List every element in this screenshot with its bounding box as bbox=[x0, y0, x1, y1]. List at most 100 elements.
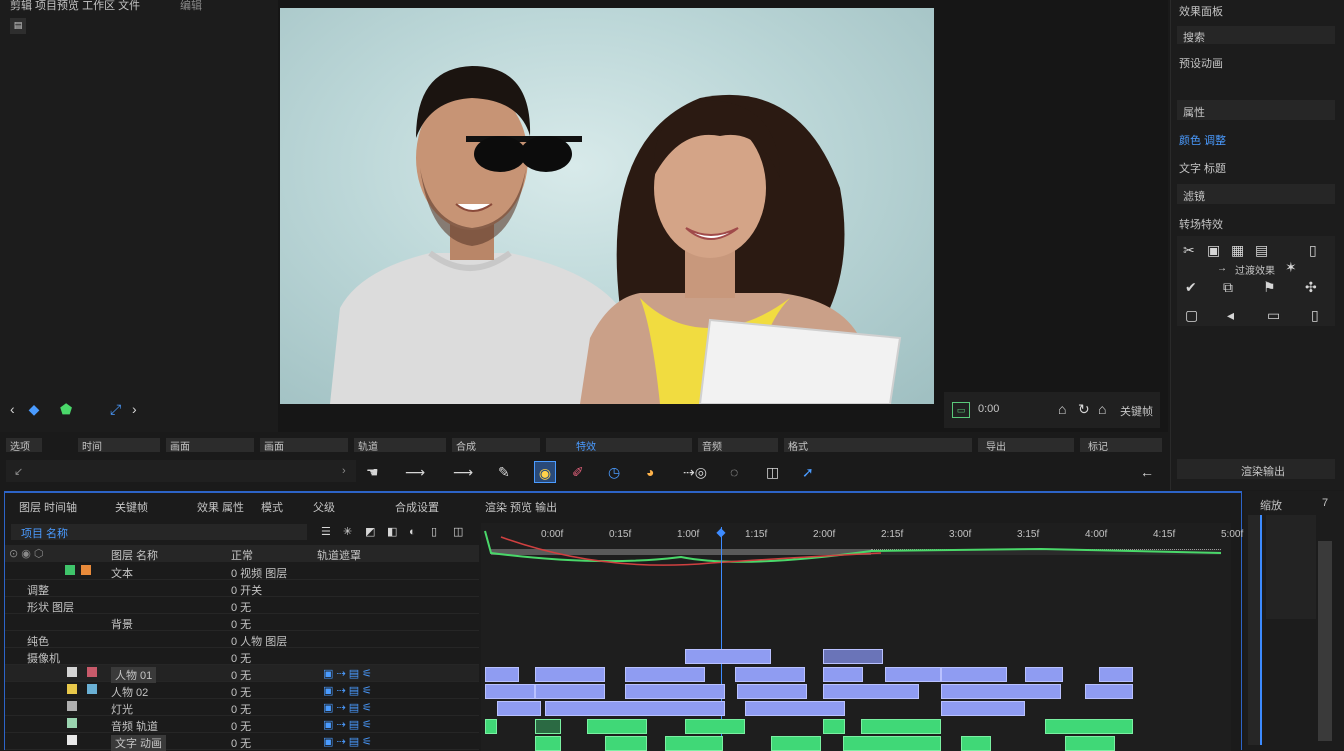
strip-field-2[interactable]: 画面 bbox=[166, 438, 254, 453]
motion-blur-icon[interactable]: ✳ bbox=[343, 525, 352, 539]
track-clip[interactable] bbox=[485, 667, 519, 682]
folder-icon[interactable]: ▯ bbox=[1311, 308, 1319, 322]
level-meter[interactable] bbox=[1266, 515, 1316, 619]
graph-icon[interactable]: ◫ bbox=[453, 525, 463, 539]
link-tool-icon[interactable]: ⇢◎ bbox=[680, 465, 710, 479]
visibility-icon[interactable] bbox=[65, 565, 75, 575]
active-tool-icon[interactable]: ◉ bbox=[534, 461, 556, 483]
track-clip[interactable] bbox=[535, 667, 605, 682]
timeline-tab-6[interactable]: 渲染 预览 输出 bbox=[485, 499, 557, 515]
strip-field-3[interactable]: 画面 bbox=[260, 438, 348, 453]
table-row[interactable]: 音频 轨道 0 无 ▣ ⇢ ▤ ⚟ bbox=[5, 716, 479, 733]
track-clip[interactable] bbox=[961, 736, 991, 751]
filter-field[interactable]: 滤镜 bbox=[1177, 184, 1335, 204]
track-clip[interactable] bbox=[685, 649, 771, 664]
chat-tool-icon[interactable]: ◌ bbox=[730, 465, 738, 479]
video-preview[interactable] bbox=[280, 8, 934, 404]
lock-icon[interactable]: ⌂ bbox=[1098, 402, 1106, 416]
zoom-meter[interactable] bbox=[1248, 515, 1262, 745]
presets-section[interactable]: 预设动画 bbox=[1179, 55, 1223, 71]
table-row[interactable]: 调整 0 开关 bbox=[5, 580, 479, 597]
attributes-field[interactable]: 属性 bbox=[1177, 100, 1335, 120]
prev-frame-icon[interactable]: ‹ bbox=[10, 402, 15, 416]
copy-icon[interactable]: ⧉ bbox=[1223, 280, 1233, 294]
track-clip[interactable] bbox=[941, 701, 1025, 716]
cut-icon[interactable]: ✂ bbox=[1183, 243, 1195, 257]
play-icon[interactable]: ◆ bbox=[24, 402, 44, 416]
grid-icon[interactable]: ▦ bbox=[1231, 243, 1244, 257]
strip-field-9[interactable]: 导出 bbox=[978, 438, 1074, 453]
track-clip[interactable] bbox=[535, 684, 605, 699]
timeline-tab-4[interactable]: 父级 bbox=[313, 499, 335, 515]
effects-search-field[interactable]: 搜索 bbox=[1177, 26, 1335, 44]
label-icon[interactable] bbox=[81, 565, 91, 575]
track-clip[interactable] bbox=[745, 701, 845, 716]
track-clip[interactable] bbox=[941, 667, 1007, 682]
track-clip[interactable] bbox=[685, 719, 745, 734]
track-clip[interactable] bbox=[1025, 667, 1063, 682]
hand-tool-icon[interactable]: ☚ bbox=[366, 465, 379, 479]
track-clip[interactable] bbox=[823, 719, 845, 734]
table-row[interactable]: 灯光 0 无 ▣ ⇢ ▤ ⚟ bbox=[5, 699, 479, 716]
playhead[interactable] bbox=[721, 527, 722, 751]
track-clip[interactable] bbox=[861, 719, 941, 734]
panel-menu-icon[interactable]: ▤ bbox=[10, 18, 26, 34]
strip-field-10[interactable]: 标记 bbox=[1080, 438, 1162, 453]
solo-icon[interactable]: ◐ bbox=[409, 525, 416, 539]
track-clip[interactable] bbox=[545, 701, 725, 716]
strip-field-7[interactable]: 音频 bbox=[698, 438, 778, 453]
track-clip[interactable] bbox=[535, 719, 561, 734]
table-row[interactable]: 人物 02 0 无 ▣ ⇢ ▤ ⚟ bbox=[5, 682, 479, 699]
playhead-handle-icon[interactable]: ◆ bbox=[715, 525, 727, 539]
move-tool-icon[interactable]: ⟶ bbox=[400, 465, 430, 479]
track-clip[interactable] bbox=[535, 736, 561, 751]
monitor-icon[interactable]: ▭ bbox=[952, 402, 970, 418]
track-clip[interactable] bbox=[823, 684, 919, 699]
flag-icon[interactable]: ⚑ bbox=[1263, 280, 1276, 294]
table-row[interactable]: 纯色 0 人物 图层 bbox=[5, 631, 479, 648]
palette-tool-icon[interactable]: ◕ bbox=[646, 465, 654, 479]
track-clip[interactable] bbox=[625, 684, 725, 699]
forward-tool-icon[interactable]: ⟶ bbox=[448, 465, 478, 479]
layers-icon[interactable]: ▤ bbox=[1255, 243, 1268, 257]
track-clip[interactable] bbox=[823, 649, 883, 664]
rectangle-icon[interactable]: ▭ bbox=[1267, 308, 1280, 322]
sparkle-icon[interactable]: ✶ bbox=[1285, 260, 1297, 274]
track-clip[interactable] bbox=[1099, 667, 1133, 682]
table-row[interactable]: 文本 0 视频 图层 bbox=[5, 563, 479, 580]
pen-tool-icon[interactable]: ✎ bbox=[498, 465, 510, 479]
collapse-tool-icon[interactable]: ← bbox=[1140, 465, 1154, 479]
track-clip[interactable] bbox=[735, 667, 805, 682]
track-clip[interactable] bbox=[587, 719, 647, 734]
timeline-tracks[interactable]: ◆ 0:00f 0:15f 1:00f 1:15f 2:00f 2:15f 3:00f 3:1… bbox=[481, 523, 1243, 751]
transitions-section[interactable]: 转场特效 bbox=[1179, 216, 1223, 232]
track-clip[interactable] bbox=[497, 701, 541, 716]
track-clip[interactable] bbox=[1085, 684, 1133, 699]
track-clip[interactable] bbox=[485, 684, 535, 699]
track-clip[interactable] bbox=[823, 667, 863, 682]
table-row[interactable]: 形状 图层 0 无 bbox=[5, 597, 479, 614]
refresh-icon[interactable]: ↻ bbox=[1078, 402, 1090, 416]
track-clip[interactable] bbox=[737, 684, 807, 699]
3d-icon[interactable]: ◧ bbox=[387, 525, 397, 539]
track-clip[interactable] bbox=[605, 736, 647, 751]
table-row[interactable]: 人物 01 0 无 ▣ ⇢ ▤ ⚟ bbox=[5, 665, 479, 683]
timeline-tab-0[interactable]: 图层 时间轴 bbox=[19, 499, 77, 515]
table-row[interactable]: 摄像机 0 无 bbox=[5, 648, 479, 665]
brush-tool-icon[interactable]: ✐ bbox=[572, 465, 584, 479]
track-clip[interactable] bbox=[625, 667, 705, 682]
camera-icon[interactable]: ⌂ bbox=[1058, 402, 1066, 416]
save-icon[interactable]: ▢ bbox=[1185, 308, 1198, 322]
arrow-icon[interactable]: → bbox=[1217, 262, 1227, 276]
track-clip[interactable] bbox=[1045, 719, 1133, 734]
lock-layer-icon[interactable]: ▯ bbox=[431, 525, 437, 539]
expand-icon[interactable]: ⤢ bbox=[110, 402, 121, 416]
timeline-tab-2[interactable]: 效果 属性 bbox=[197, 499, 244, 515]
strip-field-4[interactable]: 轨道 bbox=[354, 438, 446, 453]
scrollbar[interactable] bbox=[1318, 541, 1332, 741]
strip-field-6[interactable]: 特效 bbox=[546, 438, 692, 453]
effects-item-color[interactable]: 颜色 调整 bbox=[1179, 132, 1226, 148]
keyframe-icon[interactable]: ⬟ bbox=[60, 402, 72, 416]
table-row[interactable]: 文字 动画 0 无 ▣ ⇢ ▤ ⚟ bbox=[5, 733, 479, 751]
track-clip[interactable] bbox=[1065, 736, 1115, 751]
